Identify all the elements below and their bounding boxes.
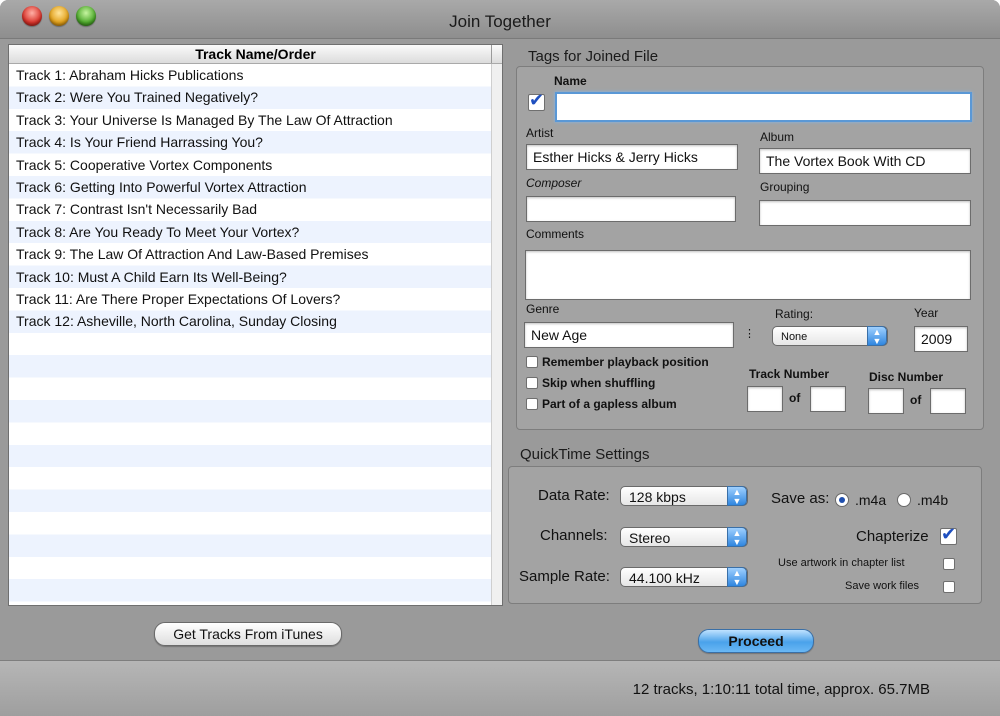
genre-stepper-icon[interactable]: ⋮ bbox=[744, 327, 755, 340]
comments-field[interactable] bbox=[525, 250, 971, 300]
sample-rate-select[interactable]: 44.100 kHz ▲ ▼ bbox=[620, 567, 748, 587]
data-rate-value: 128 kbps bbox=[629, 489, 686, 505]
track-row[interactable]: Track 2: Were You Trained Negatively? bbox=[9, 86, 491, 108]
composer-field[interactable] bbox=[526, 196, 736, 222]
track-row[interactable]: Track 3: Your Universe Is Managed By The… bbox=[9, 109, 491, 131]
get-tracks-from-itunes-button[interactable]: Get Tracks From iTunes bbox=[154, 622, 342, 646]
rating-value: None bbox=[781, 331, 808, 343]
m4a-label: .m4a bbox=[855, 492, 887, 508]
save-as-label: Save as: bbox=[771, 490, 830, 507]
track-row[interactable]: Track 9: The Law Of Attraction And Law-B… bbox=[9, 243, 491, 265]
chevron-updown-icon: ▲ ▼ bbox=[867, 326, 887, 346]
remember-playback-label: Remember playback position bbox=[542, 355, 709, 369]
column-separator bbox=[491, 45, 492, 63]
chevron-updown-icon: ▲ ▼ bbox=[727, 486, 747, 506]
chapterize-checkbox[interactable] bbox=[940, 524, 957, 545]
artist-label: Artist bbox=[526, 126, 554, 140]
year-label: Year bbox=[914, 306, 939, 320]
save-work-files-checkbox[interactable] bbox=[943, 581, 955, 593]
channels-select[interactable]: Stereo ▲ ▼ bbox=[620, 527, 748, 547]
genre-label: Genre bbox=[526, 302, 560, 316]
remember-playback-checkbox[interactable] bbox=[526, 356, 538, 368]
sample-rate-label: Sample Rate: bbox=[519, 568, 610, 585]
window-title: Join Together bbox=[449, 12, 551, 31]
name-checkbox[interactable] bbox=[528, 90, 545, 111]
grouping-field[interactable] bbox=[759, 200, 971, 226]
disc-total-field[interactable] bbox=[930, 388, 966, 414]
rating-label: Rating: bbox=[775, 307, 814, 321]
status-text: 12 tracks, 1:10:11 total time, approx. 6… bbox=[632, 681, 930, 698]
chevron-updown-icon: ▲ ▼ bbox=[727, 527, 747, 547]
sample-rate-value: 44.100 kHz bbox=[629, 570, 700, 586]
proceed-button[interactable]: Proceed bbox=[698, 629, 814, 653]
track-of-label: of bbox=[789, 391, 801, 405]
quicktime-group-title: QuickTime Settings bbox=[520, 446, 650, 463]
track-row[interactable]: Track 7: Contrast Isn't Necessarily Bad bbox=[9, 198, 491, 220]
use-artwork-label: Use artwork in chapter list bbox=[778, 557, 905, 569]
use-artwork-checkbox[interactable] bbox=[943, 558, 955, 570]
disc-of-label: of bbox=[910, 393, 922, 407]
title-bar: Join Together bbox=[0, 0, 1000, 39]
track-number-field[interactable] bbox=[747, 386, 783, 412]
track-row[interactable]: Track 12: Asheville, North Carolina, Sun… bbox=[9, 310, 491, 332]
skip-shuffling-checkbox[interactable] bbox=[526, 377, 538, 389]
name-field[interactable] bbox=[555, 92, 972, 122]
gapless-album-label: Part of a gapless album bbox=[542, 397, 677, 411]
save-work-files-label: Save work files bbox=[845, 580, 919, 592]
track-row[interactable]: Track 11: Are There Proper Expectations … bbox=[9, 288, 491, 310]
rating-select[interactable]: None ▲ ▼ bbox=[772, 326, 888, 346]
track-row[interactable]: Track 4: Is Your Friend Harrassing You? bbox=[9, 131, 491, 153]
data-rate-select[interactable]: 128 kbps ▲ ▼ bbox=[620, 486, 748, 506]
track-row[interactable]: Track 1: Abraham Hicks Publications bbox=[9, 64, 491, 86]
chapterize-label: Chapterize bbox=[856, 528, 929, 545]
chevron-updown-icon: ▲ ▼ bbox=[727, 567, 747, 587]
m4b-label: .m4b bbox=[917, 492, 949, 508]
app-window: Join Together Track Name/Order Track 1: … bbox=[0, 0, 1000, 716]
m4b-radio[interactable] bbox=[897, 493, 911, 507]
album-field[interactable]: The Vortex Book With CD bbox=[759, 148, 971, 174]
data-rate-label: Data Rate: bbox=[538, 487, 610, 504]
channels-label: Channels: bbox=[540, 527, 608, 544]
album-label: Album bbox=[760, 130, 795, 144]
tags-group-title: Tags for Joined File bbox=[528, 48, 659, 65]
comments-label: Comments bbox=[526, 227, 585, 241]
track-row[interactable]: Track 6: Getting Into Powerful Vortex At… bbox=[9, 176, 491, 198]
track-rows: Track 1: Abraham Hicks Publications Trac… bbox=[9, 64, 491, 605]
disc-number-label: Disc Number bbox=[869, 370, 944, 384]
track-row[interactable]: Track 5: Cooperative Vortex Components bbox=[9, 154, 491, 176]
status-bar: 12 tracks, 1:10:11 total time, approx. 6… bbox=[0, 660, 1000, 716]
skip-shuffling-label: Skip when shuffling bbox=[542, 376, 656, 390]
track-number-label: Track Number bbox=[749, 367, 830, 381]
composer-label: Composer bbox=[526, 176, 582, 190]
disc-number-field[interactable] bbox=[868, 388, 904, 414]
artist-field[interactable]: Esther Hicks & Jerry Hicks bbox=[526, 144, 738, 170]
track-list[interactable]: Track Name/Order Track 1: Abraham Hicks … bbox=[8, 44, 503, 606]
year-field[interactable]: 2009 bbox=[914, 326, 968, 352]
genre-field[interactable]: New Age bbox=[524, 322, 734, 348]
track-list-scrollbar[interactable] bbox=[491, 64, 502, 605]
channels-value: Stereo bbox=[629, 530, 671, 546]
gapless-album-checkbox[interactable] bbox=[526, 398, 538, 410]
grouping-label: Grouping bbox=[760, 180, 810, 194]
m4a-radio[interactable] bbox=[835, 493, 849, 507]
name-label: Name bbox=[554, 74, 587, 88]
track-name-column-header[interactable]: Track Name/Order bbox=[195, 46, 316, 62]
track-row[interactable]: Track 10: Must A Child Earn Its Well-Bei… bbox=[9, 266, 491, 288]
track-row[interactable]: Track 8: Are You Ready To Meet Your Vort… bbox=[9, 221, 491, 243]
track-list-header[interactable]: Track Name/Order bbox=[9, 45, 502, 64]
track-total-field[interactable] bbox=[810, 386, 846, 412]
